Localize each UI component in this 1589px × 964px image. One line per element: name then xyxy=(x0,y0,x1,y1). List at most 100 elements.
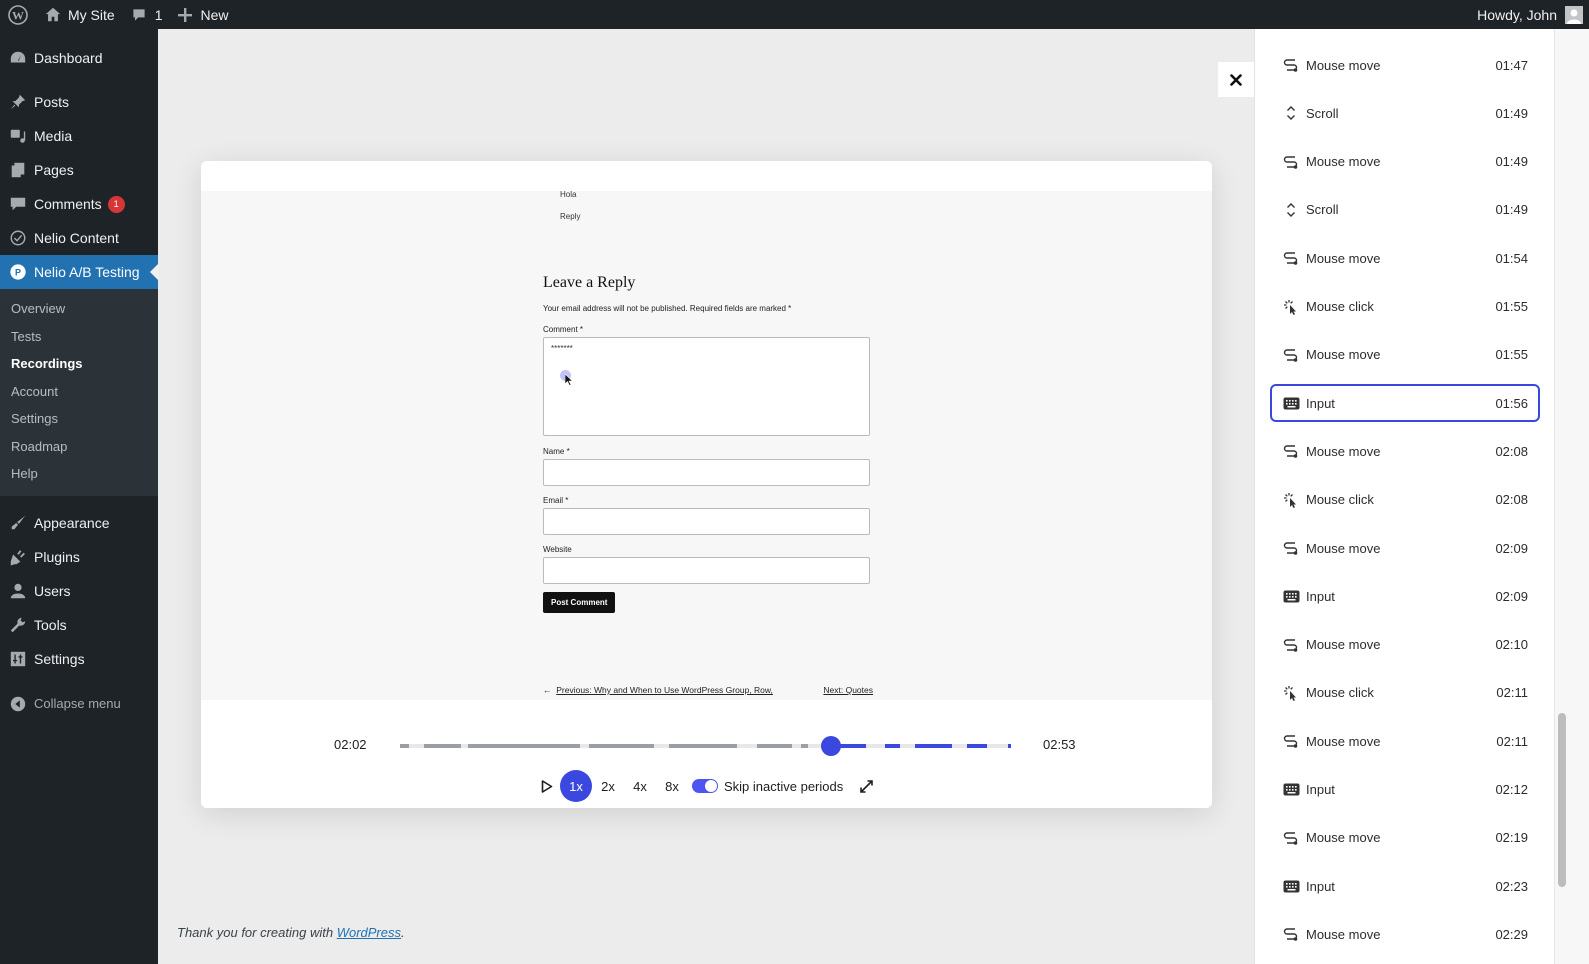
next-post-link: Next: Quotes xyxy=(823,685,873,695)
event-item[interactable]: Mouse move 01:55 xyxy=(1270,336,1540,374)
timeline-inactive-segment xyxy=(951,744,967,748)
event-item[interactable]: Input 02:09 xyxy=(1270,577,1540,615)
sidebar-item-label: Comments xyxy=(34,196,102,212)
mouse-move-icon xyxy=(1282,56,1300,74)
playback-options: 1x 2x 4x 8x Skip inactive periods xyxy=(534,770,874,802)
sidebar-item-tools[interactable]: Tools xyxy=(0,608,158,642)
event-item[interactable]: Mouse move 01:49 xyxy=(1270,143,1540,181)
event-item[interactable]: Mouse move 02:11 xyxy=(1270,722,1540,760)
event-type: Mouse click xyxy=(1306,685,1374,701)
plugin-icon xyxy=(8,547,28,567)
submenu-item-account[interactable]: Account xyxy=(0,378,158,406)
timeline-track[interactable] xyxy=(400,736,1011,756)
sidebar-item-posts[interactable]: Posts xyxy=(0,85,158,119)
event-time: 02:08 xyxy=(1495,492,1528,508)
event-item[interactable]: Mouse click 01:55 xyxy=(1270,288,1540,326)
event-item[interactable]: Input 01:56 xyxy=(1270,384,1540,423)
home-icon xyxy=(45,7,61,21)
close-player-button[interactable] xyxy=(1218,62,1254,97)
event-type: Mouse move xyxy=(1306,250,1381,266)
submenu-item-tests[interactable]: Tests xyxy=(0,323,158,351)
timeline-activity-segment xyxy=(967,744,987,748)
event-time: 01:55 xyxy=(1495,299,1528,314)
sidebar-item-dashboard[interactable]: Dashboard xyxy=(0,41,158,75)
speed-1x-button[interactable]: 1x xyxy=(560,770,592,802)
sidebar-item-plugins[interactable]: Plugins xyxy=(0,540,158,574)
submenu-item-overview[interactable]: Overview xyxy=(0,295,158,323)
event-item[interactable]: Mouse move 01:54 xyxy=(1270,239,1540,277)
event-item[interactable]: Scroll 01:49 xyxy=(1270,191,1540,229)
sidebar-item-media[interactable]: Media xyxy=(0,119,158,153)
sidebar-item-label: Settings xyxy=(34,650,85,667)
email-label: Email * xyxy=(543,496,569,505)
event-item[interactable]: Mouse move 01:47 xyxy=(1270,46,1540,84)
events-scrollbar-thumb[interactable] xyxy=(1558,713,1566,887)
fullscreen-button[interactable] xyxy=(859,779,874,794)
speed-4x-button[interactable]: 4x xyxy=(624,770,656,802)
new-content-button[interactable]: New xyxy=(170,0,236,29)
player-controls: 02:02 02:53 1x 2x 4x 8x Skip inactive pe… xyxy=(201,700,1212,808)
recording-player: Hola Reply Leave a Reply Your email addr… xyxy=(201,161,1212,808)
mouse-move-icon xyxy=(1282,249,1300,267)
event-time: 02:09 xyxy=(1495,540,1528,556)
event-time: 01:47 xyxy=(1495,57,1528,73)
play-button[interactable] xyxy=(534,779,560,793)
mouse-move-icon xyxy=(1282,732,1300,750)
event-item[interactable]: Mouse move 02:29 xyxy=(1270,915,1540,953)
scroll-icon xyxy=(1282,104,1300,122)
keyboard-icon xyxy=(1282,781,1300,799)
comments-link[interactable]: 1 xyxy=(123,0,171,29)
mouse-move-icon xyxy=(1282,925,1300,943)
sidebar-item-pages[interactable]: Pages xyxy=(0,153,158,187)
sidebar-item-comments[interactable]: Comments 1 xyxy=(0,187,158,221)
timeline-inactive-segment xyxy=(736,744,757,748)
event-type: Mouse move xyxy=(1306,57,1381,73)
account-menu[interactable]: Howdy, John xyxy=(1469,0,1589,29)
event-item[interactable]: Mouse click 02:08 xyxy=(1270,481,1540,519)
submenu-item-settings[interactable]: Settings xyxy=(0,405,158,433)
event-item[interactable]: Mouse move 02:19 xyxy=(1270,819,1540,857)
collapse-menu-button[interactable]: Collapse menu xyxy=(0,687,158,721)
timeline-inactive-segment xyxy=(792,744,801,748)
recorded-cursor-icon xyxy=(565,374,573,386)
wordpress-link[interactable]: WordPress xyxy=(337,925,401,940)
sidebar-item-nelio-ab-testing[interactable]: P Nelio A/B Testing xyxy=(0,255,158,289)
sidebar-item-users[interactable]: Users xyxy=(0,574,158,608)
skip-inactive-toggle[interactable] xyxy=(692,779,718,793)
mouse-click-icon xyxy=(1282,684,1300,702)
event-type: Scroll xyxy=(1306,105,1339,121)
event-item[interactable]: Scroll 01:49 xyxy=(1270,94,1540,132)
admin-sidebar: Dashboard Posts Media Pages Comments 1 N… xyxy=(0,29,158,964)
sidebar-item-label: Users xyxy=(34,582,71,599)
sidebar-item-nelio-content[interactable]: Nelio Content xyxy=(0,221,158,255)
event-item[interactable]: Input 02:23 xyxy=(1270,867,1540,905)
event-item[interactable]: Mouse move 02:08 xyxy=(1270,432,1540,470)
event-item[interactable]: Mouse move 02:10 xyxy=(1270,626,1540,664)
pin-icon xyxy=(8,92,28,112)
submenu-item-help[interactable]: Help xyxy=(0,460,158,488)
event-time: 01:49 xyxy=(1495,105,1528,121)
nelio-content-icon xyxy=(8,228,28,248)
speed-8x-button[interactable]: 8x xyxy=(656,770,688,802)
footer-suffix: . xyxy=(401,925,405,940)
event-time: 01:49 xyxy=(1495,202,1528,218)
event-item[interactable]: Input 02:12 xyxy=(1270,771,1540,809)
timeline-thumb[interactable] xyxy=(820,736,841,756)
submenu-item-recordings[interactable]: Recordings xyxy=(0,350,158,378)
sidebar-item-appearance[interactable]: Appearance xyxy=(0,506,158,540)
pages-icon xyxy=(8,160,28,180)
leave-reply-heading: Leave a Reply xyxy=(543,274,636,291)
greeting: Howdy, John xyxy=(1477,6,1557,23)
my-site-link[interactable]: My Site xyxy=(36,0,123,29)
event-item[interactable]: Mouse click 02:11 xyxy=(1270,674,1540,712)
event-item[interactable]: Mouse move 02:09 xyxy=(1270,529,1540,567)
event-type: Mouse click xyxy=(1306,299,1374,314)
speed-2x-button[interactable]: 2x xyxy=(592,770,624,802)
wordpress-logo-button[interactable]: W xyxy=(0,0,36,29)
submenu-item-roadmap[interactable]: Roadmap xyxy=(0,433,158,461)
event-time: 02:09 xyxy=(1495,588,1528,604)
keyboard-icon xyxy=(1282,394,1300,412)
mouse-click-icon xyxy=(1282,298,1300,316)
sidebar-item-settings[interactable]: Settings xyxy=(0,642,158,676)
mouse-move-icon xyxy=(1282,442,1300,460)
